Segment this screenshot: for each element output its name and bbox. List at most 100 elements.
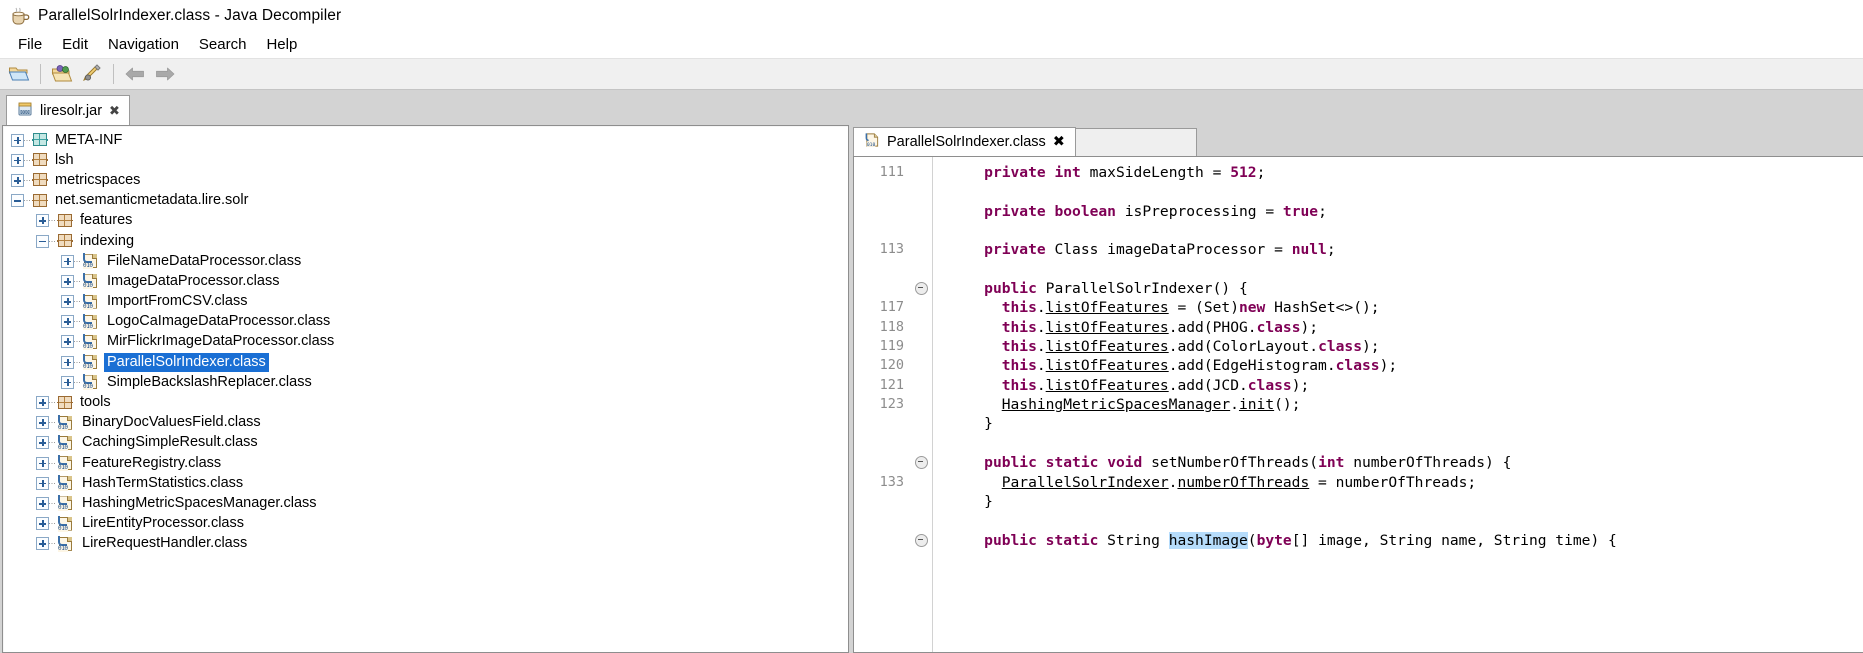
expand-plus-icon[interactable] xyxy=(36,214,49,228)
tree-row[interactable]: 010 LireRequestHandler.class xyxy=(3,534,848,554)
tree-row[interactable]: 010 MirFlickrImageDataProcessor.class xyxy=(3,332,848,352)
expand-plus-icon[interactable] xyxy=(36,436,49,450)
fold-toggle-icon[interactable] xyxy=(910,279,932,298)
expand-plus-icon[interactable] xyxy=(61,315,74,329)
code-line[interactable]: public static String hashImage(byte[] im… xyxy=(949,531,1863,550)
expand-plus-icon[interactable] xyxy=(61,335,74,349)
menu-file[interactable]: File xyxy=(8,33,52,57)
forward-arrow-icon[interactable] xyxy=(151,61,179,87)
expand-plus-icon[interactable] xyxy=(36,517,49,531)
fold-gutter-cell xyxy=(910,473,932,492)
close-icon[interactable]: ✖ xyxy=(109,105,120,118)
expand-plus-icon[interactable] xyxy=(61,274,74,288)
jar-tree-panel[interactable]: META-INF lsh metricspaces net.semanticmetad… xyxy=(2,125,849,653)
expand-plus-icon[interactable] xyxy=(36,456,49,470)
open-file-icon[interactable] xyxy=(5,61,33,87)
class-file-icon: 010 xyxy=(82,374,99,391)
expand-plus-icon[interactable] xyxy=(61,254,74,268)
expand-plus-icon[interactable] xyxy=(36,496,49,510)
tree-row[interactable]: features xyxy=(3,211,848,231)
expand-plus-icon[interactable] xyxy=(36,416,49,430)
code-line[interactable]: ParallelSolrIndexer.numberOfThreads = nu… xyxy=(949,473,1863,492)
line-number xyxy=(854,279,904,298)
tree-connector xyxy=(49,422,57,424)
code-line[interactable]: this.listOfFeatures.add(JCD.class); xyxy=(949,376,1863,395)
source-code[interactable]: private int maxSideLength = 512; private… xyxy=(933,157,1863,652)
tree-row[interactable]: 010 SimpleBackslashReplacer.class xyxy=(3,372,848,392)
code-line[interactable]: this.listOfFeatures = (Set)new HashSet<>… xyxy=(949,298,1863,317)
fold-gutter-cell xyxy=(910,298,932,317)
tree-row[interactable]: 010 ImageDataProcessor.class xyxy=(3,271,848,291)
code-line[interactable]: public ParallelSolrIndexer() { xyxy=(949,279,1863,298)
code-line[interactable]: this.listOfFeatures.add(EdgeHistogram.cl… xyxy=(949,356,1863,375)
code-line[interactable]: } xyxy=(949,414,1863,433)
editor-tab-parallelsolrindexer[interactable]: 010 ParallelSolrIndexer.class ✖ xyxy=(853,127,1076,156)
search-pen-icon[interactable] xyxy=(78,61,106,87)
menu-navigation[interactable]: Navigation xyxy=(98,33,189,57)
tree-row[interactable]: net.semanticmetadata.lire.solr xyxy=(3,191,848,211)
tree-row-selected[interactable]: 010 ParallelSolrIndexer.class xyxy=(3,352,848,372)
code-line[interactable]: private boolean isPreprocessing = true; xyxy=(949,202,1863,221)
tree-row[interactable]: 010 BinaryDocValuesField.class xyxy=(3,413,848,433)
code-view[interactable]: 111 113 117 118 119 120 121 123 133 private int … xyxy=(853,156,1863,653)
menu-help[interactable]: Help xyxy=(256,33,307,57)
tree-row[interactable]: tools xyxy=(3,392,848,412)
tree-row[interactable]: 010 FileNameDataProcessor.class xyxy=(3,251,848,271)
fold-toggle-icon[interactable] xyxy=(910,453,932,472)
collapse-minus-icon[interactable] xyxy=(36,234,49,248)
tree-row[interactable]: lsh xyxy=(3,150,848,170)
fold-gutter[interactable] xyxy=(910,157,933,652)
code-line[interactable] xyxy=(949,434,1863,453)
expand-plus-icon[interactable] xyxy=(36,396,49,410)
menu-edit[interactable]: Edit xyxy=(52,33,98,57)
tree-row[interactable]: 010 HashTermStatistics.class xyxy=(3,473,848,493)
expand-plus-icon[interactable] xyxy=(11,173,24,187)
expand-plus-icon[interactable] xyxy=(61,295,74,309)
code-token-kw: int xyxy=(1054,164,1081,181)
tree-row[interactable]: 010 CachingSimpleResult.class xyxy=(3,433,848,453)
close-icon[interactable]: ✖ xyxy=(1053,134,1065,150)
code-line[interactable]: public static void setNumberOfThreads(in… xyxy=(949,453,1863,472)
tree-item-label: LireRequestHandler.class xyxy=(82,535,248,552)
code-line[interactable] xyxy=(949,221,1863,240)
code-line[interactable] xyxy=(949,511,1863,530)
jar-tab-liresolr[interactable]: 010 liresolr.jar ✖ xyxy=(6,95,130,126)
code-token-plain: numberOfThreads) { xyxy=(1344,454,1512,472)
code-line[interactable]: private int maxSideLength = 512; xyxy=(949,163,1863,182)
code-token-plain: String xyxy=(1098,531,1169,549)
code-line[interactable]: this.listOfFeatures.add(PHOG.class); xyxy=(949,318,1863,337)
expand-plus-icon[interactable] xyxy=(11,133,24,147)
code-token-kw: public xyxy=(984,531,1037,549)
class-file-icon: 010 xyxy=(82,313,99,330)
code-line[interactable]: private Class imageDataProcessor = null; xyxy=(949,240,1863,259)
tree-row[interactable]: META-INF xyxy=(3,130,848,150)
expand-plus-icon[interactable] xyxy=(61,375,74,389)
tree-row[interactable]: 010 LireEntityProcessor.class xyxy=(3,514,848,534)
code-line[interactable] xyxy=(949,182,1863,201)
code-line[interactable] xyxy=(949,260,1863,279)
collapse-minus-icon[interactable] xyxy=(11,194,24,208)
code-token-kw: true xyxy=(1282,202,1319,220)
tree-row[interactable]: 010 FeatureRegistry.class xyxy=(3,453,848,473)
tree-item-label: ImportFromCSV.class xyxy=(107,293,248,310)
code-line[interactable]: HashingMetricSpacesManager.init(); xyxy=(949,395,1863,414)
code-token-fld: listOfFeatures xyxy=(1045,338,1169,356)
expand-plus-icon[interactable] xyxy=(36,476,49,490)
tree-row[interactable]: 010 HashingMetricSpacesManager.class xyxy=(3,493,848,513)
code-line[interactable]: this.listOfFeatures.add(ColorLayout.clas… xyxy=(949,337,1863,356)
tree-row[interactable]: 010 ImportFromCSV.class xyxy=(3,292,848,312)
tree-connector xyxy=(24,139,32,141)
back-arrow-icon[interactable] xyxy=(121,61,149,87)
expand-plus-icon[interactable] xyxy=(11,153,24,167)
tree-row[interactable]: indexing xyxy=(3,231,848,251)
line-number: 118 xyxy=(879,318,904,335)
tree-row[interactable]: 010 LogoCaImageDataProcessor.class xyxy=(3,312,848,332)
code-line[interactable]: } xyxy=(949,492,1863,511)
fold-toggle-icon[interactable] xyxy=(910,531,932,550)
open-type-icon[interactable] xyxy=(48,61,76,87)
expand-plus-icon[interactable] xyxy=(36,537,49,551)
expand-plus-icon[interactable] xyxy=(61,355,74,369)
menu-search[interactable]: Search xyxy=(189,33,257,57)
tree-row[interactable]: metricspaces xyxy=(3,170,848,190)
